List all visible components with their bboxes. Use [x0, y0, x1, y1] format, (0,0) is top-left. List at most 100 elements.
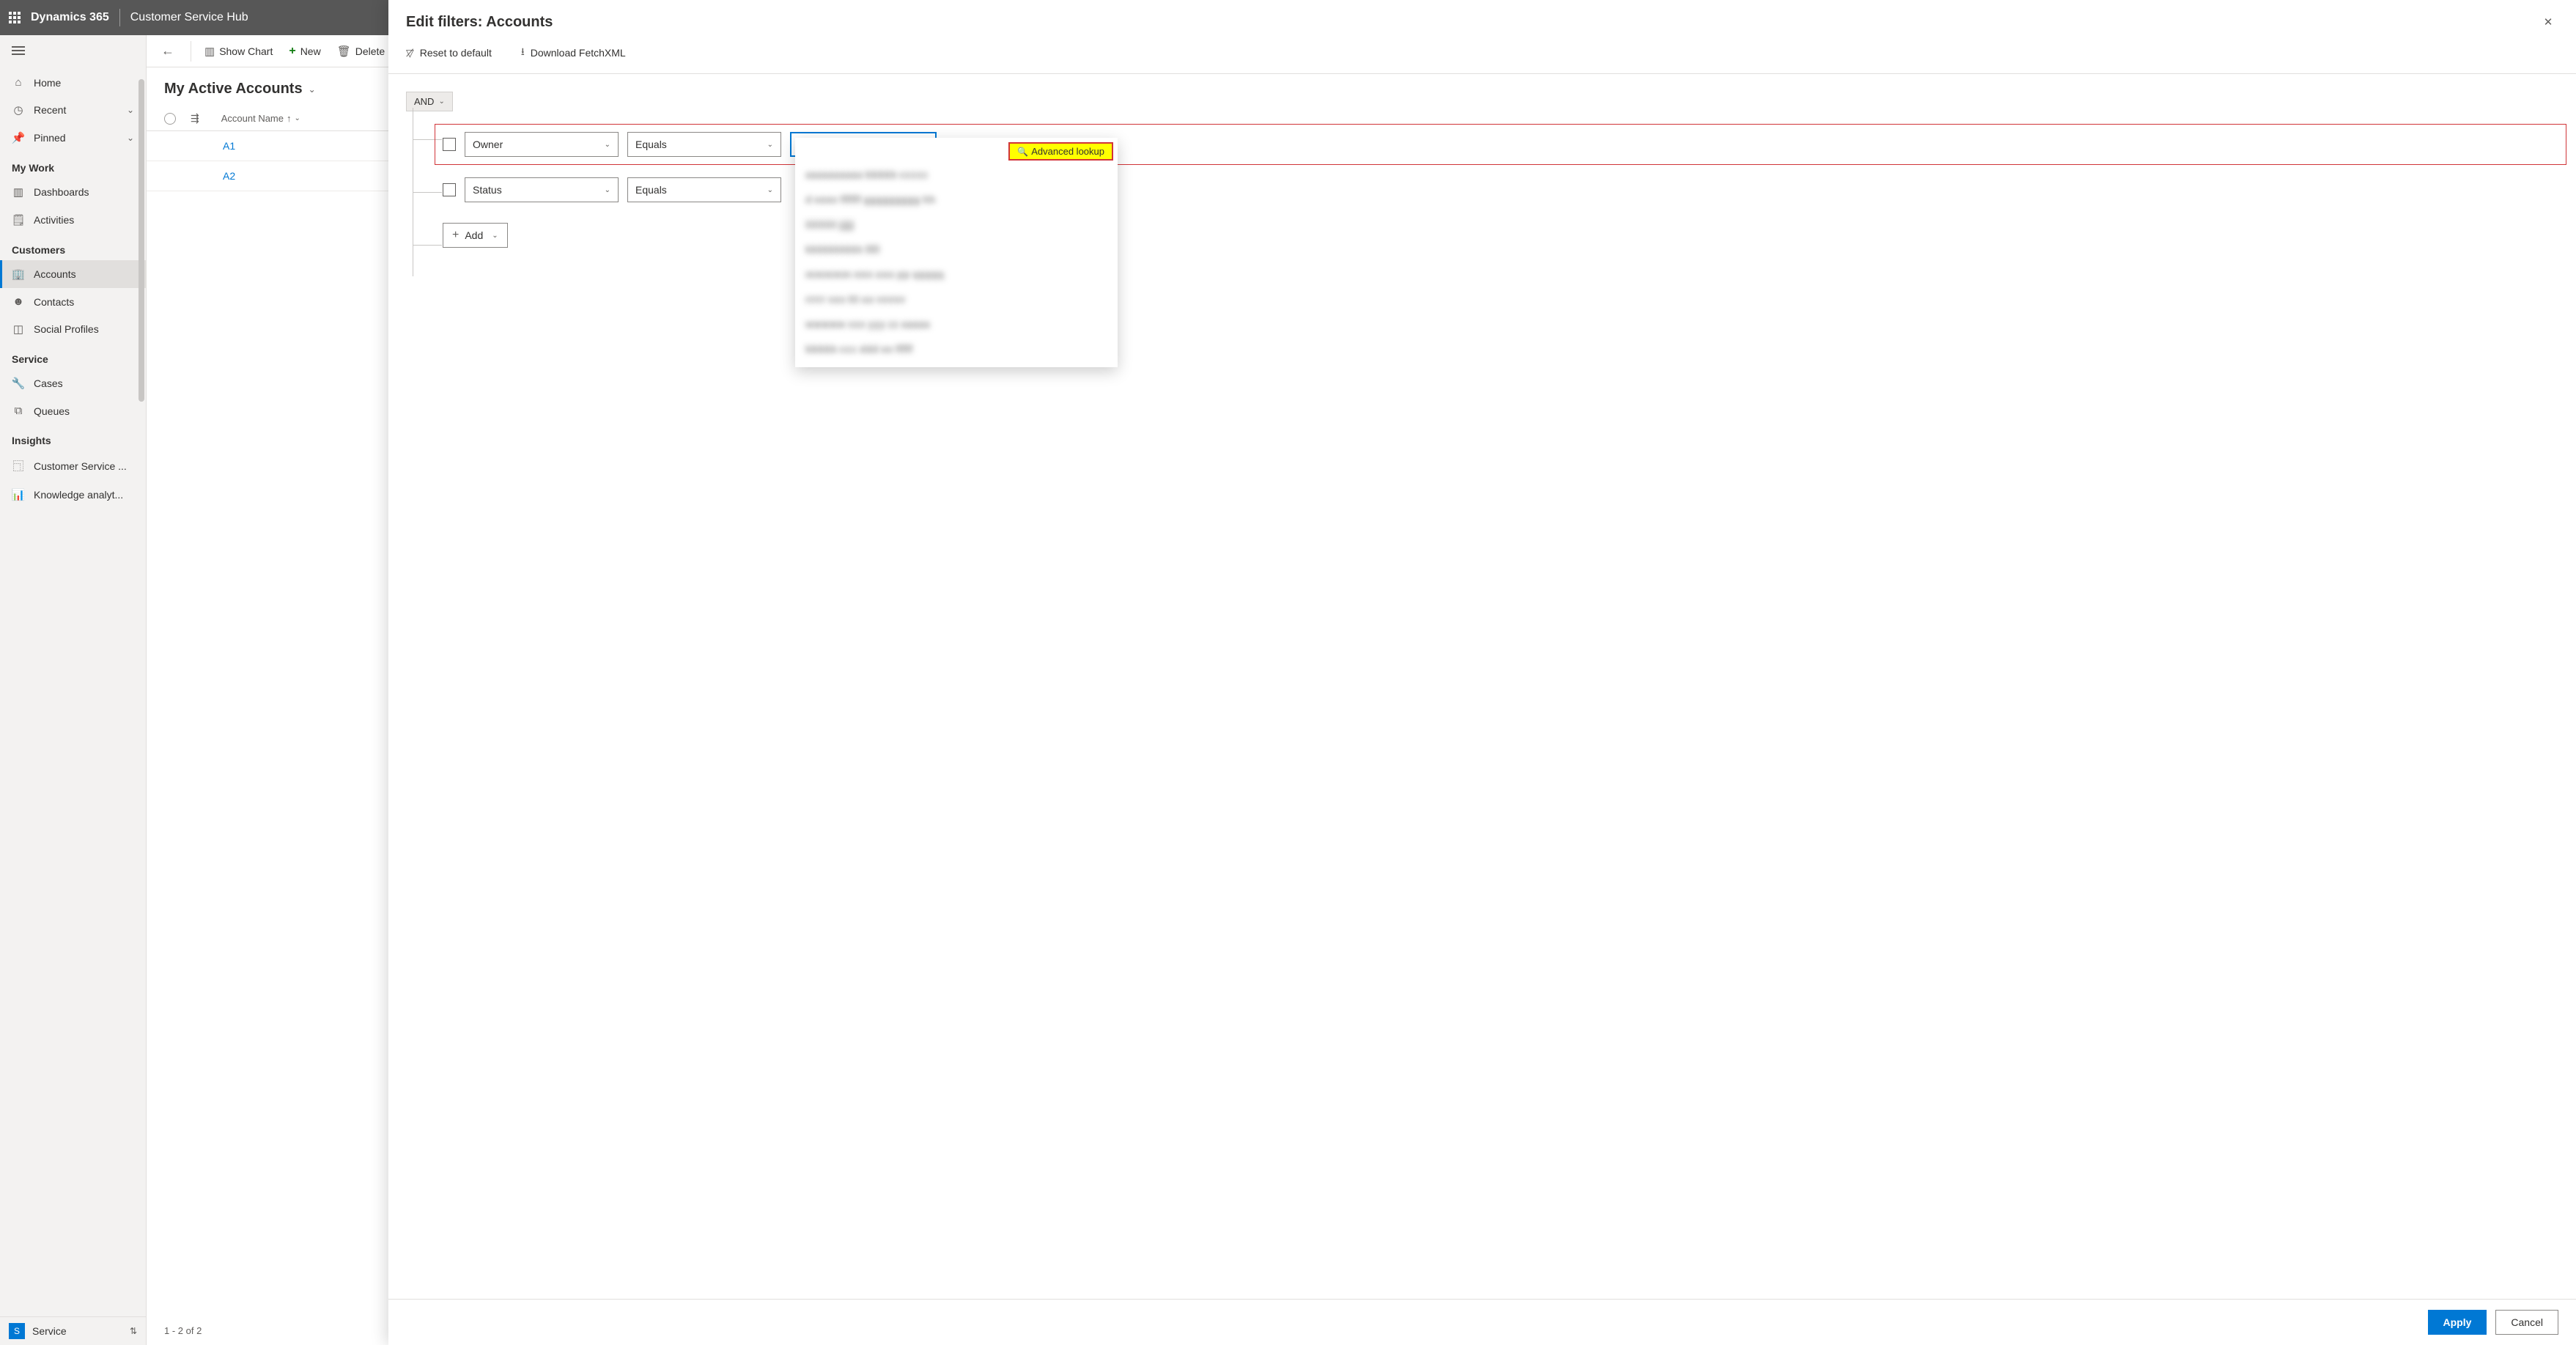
plus-icon: + — [289, 45, 295, 58]
operator-dropdown[interactable]: Equals ⌄ — [627, 132, 781, 157]
operator-dropdown[interactable]: Equals ⌄ — [627, 177, 781, 202]
sidebar-item-knowledge[interactable]: 📊 Knowledge analyt... — [0, 481, 146, 509]
clock-icon: ◷ — [12, 103, 25, 117]
sort-asc-icon: ↑ — [287, 113, 292, 124]
lookup-option[interactable]: bbbbb ccc ddd ee fffff — [795, 336, 1118, 361]
new-button[interactable]: + New — [286, 40, 323, 62]
record-link[interactable]: A2 — [223, 170, 235, 182]
lookup-option[interactable]: aaaaaaaaaa bbbbb ccccc — [795, 162, 1118, 187]
back-button[interactable]: ← — [155, 40, 180, 62]
hamburger-button[interactable] — [0, 35, 146, 66]
advanced-lookup-button[interactable]: 🔍 Advanced lookup — [1008, 142, 1113, 161]
row-checkbox[interactable] — [443, 138, 456, 151]
building-icon: 🏢 — [12, 268, 25, 281]
sidebar-item-accounts[interactable]: 🏢 Accounts — [0, 260, 146, 288]
pcmd-label: Download FetchXML — [531, 47, 626, 59]
bookmark-icon: ◫ — [12, 323, 25, 336]
cancel-label: Cancel — [2511, 1316, 2543, 1328]
chevron-down-icon: ⌄ — [309, 84, 316, 95]
row-checkbox[interactable] — [443, 183, 456, 196]
operator-value: Equals — [635, 184, 667, 196]
plus-icon: + — [452, 229, 459, 242]
sidebar-item-label: Social Profiles — [34, 323, 99, 335]
sidebar-item-label: Pinned — [34, 132, 66, 144]
person-icon: ☻ — [12, 295, 25, 308]
area-switcher[interactable]: S Service ⇅ — [0, 1316, 146, 1345]
cmd-label: Show Chart — [219, 45, 273, 57]
lookup-option[interactable]: d eeee ffffff ggggggggg hh — [795, 187, 1118, 212]
sidebar-item-queues[interactable]: ⧉ Queues — [0, 397, 146, 424]
pcmd-label: Reset to default — [420, 47, 492, 59]
chevron-down-icon: ⌄ — [127, 105, 134, 115]
tree-connector — [413, 245, 442, 246]
group-insights: Insights — [0, 424, 146, 451]
sidebar-item-label: Dashboards — [34, 186, 89, 198]
sidebar-item-label: Queues — [34, 405, 70, 417]
condition-row: Status ⌄ Equals ⌄ — [443, 177, 2558, 202]
download-fetchxml-button[interactable]: ⭳ Download FetchXML — [521, 44, 626, 62]
brand-label: Dynamics 365 — [31, 11, 109, 24]
app-launcher-icon[interactable] — [9, 12, 21, 23]
sitemap-sidebar: ⌂ Home ◷ Recent ⌄ 📌 Pinned ⌄ My Work ▥ D… — [0, 35, 147, 1345]
sidebar-scrollbar[interactable] — [139, 79, 144, 402]
sidebar-item-dashboards[interactable]: ▥ Dashboards — [0, 178, 146, 206]
reset-default-button[interactable]: ▽̸ Reset to default — [406, 44, 492, 62]
sidebar-item-customer-service[interactable]: ⿹ Customer Service ... — [0, 451, 146, 481]
select-all-toggle[interactable] — [164, 113, 176, 125]
group-op-label: AND — [414, 96, 434, 107]
lookup-popup: 🔍 Advanced lookup aaaaaaaaaa bbbbb ccccc… — [795, 138, 1118, 367]
field-dropdown[interactable]: Owner ⌄ — [465, 132, 619, 157]
close-button[interactable]: ✕ — [2538, 12, 2558, 32]
chevron-down-icon: ⌄ — [605, 186, 610, 194]
apply-label: Apply — [2443, 1316, 2472, 1328]
sidebar-item-label: Home — [34, 77, 61, 89]
sidebar-item-label: Recent — [34, 104, 66, 116]
view-title: My Active Accounts — [164, 81, 303, 97]
analytics-icon: 📊 — [12, 488, 25, 501]
sidebar-item-pinned[interactable]: 📌 Pinned ⌄ — [0, 124, 146, 152]
lookup-option[interactable]: mmmmm nnn ooo pp qqqqq — [795, 262, 1118, 287]
lookup-option[interactable]: kkkkkkkkkk lllll — [795, 237, 1118, 262]
record-link[interactable]: A1 — [223, 140, 235, 152]
filter-reset-icon: ▽̸ — [406, 47, 414, 59]
edit-filters-panel: Edit filters: Accounts ✕ ▽̸ Reset to def… — [388, 0, 2576, 1345]
sidebar-item-label: Accounts — [34, 268, 76, 280]
column-account-name[interactable]: Account Name ↑ ⌄ — [221, 113, 300, 124]
lookup-option[interactable]: wwwww xxx yyy zz aaaaa — [795, 312, 1118, 336]
chevron-down-icon: ⌄ — [767, 141, 773, 149]
clipboard-icon: 🗒 — [12, 213, 25, 226]
field-dropdown[interactable]: Status ⌄ — [465, 177, 619, 202]
condition-row: Owner ⌄ Equals ⌄ Value ⌄ ⋯ ! — [443, 132, 2558, 157]
cancel-button[interactable]: Cancel — [2495, 1310, 2558, 1335]
sidebar-item-home[interactable]: ⌂ Home — [0, 69, 146, 96]
sidebar-item-recent[interactable]: ◷ Recent ⌄ — [0, 96, 146, 124]
apply-button[interactable]: Apply — [2428, 1310, 2487, 1335]
chevron-down-icon: ⌄ — [605, 141, 610, 149]
sidebar-item-activities[interactable]: 🗒 Activities — [0, 206, 146, 234]
sidebar-item-social[interactable]: ◫ Social Profiles — [0, 315, 146, 343]
cmd-label: Delete — [355, 45, 385, 57]
lookup-option[interactable]: iiiiiiiiiii jjjjj — [795, 212, 1118, 237]
chevron-down-icon: ⌄ — [767, 186, 773, 194]
group-customers: Customers — [0, 234, 146, 260]
lookup-option[interactable]: rrrrr sss ttt uu vvvvv — [795, 287, 1118, 312]
panel-title: Edit filters: Accounts — [406, 14, 553, 31]
area-tile: S — [9, 1323, 25, 1339]
dashboard-icon: ▥ — [12, 185, 25, 199]
delete-button[interactable]: 🗑 Delete — [334, 40, 388, 62]
sidebar-item-contacts[interactable]: ☻ Contacts — [0, 288, 146, 315]
sidebar-item-label: Knowledge analyt... — [34, 489, 123, 501]
add-condition-button[interactable]: + Add ⌄ — [443, 223, 508, 248]
download-icon: ⭳ — [521, 44, 525, 62]
chevron-down-icon: ⌄ — [492, 232, 498, 240]
sidebar-item-label: Activities — [34, 214, 74, 226]
show-chart-button[interactable]: ▥ Show Chart — [202, 40, 276, 62]
column-label: Account Name — [221, 113, 284, 124]
trash-icon: 🗑 — [337, 45, 351, 58]
updown-icon: ⇅ — [130, 1326, 137, 1336]
sidebar-item-cases[interactable]: 🔧 Cases — [0, 369, 146, 397]
hierarchy-icon: ⇶ — [191, 112, 199, 125]
app-name: Customer Service Hub — [130, 11, 248, 24]
chart-icon: ▥ — [204, 45, 215, 58]
add-label: Add — [465, 229, 483, 241]
